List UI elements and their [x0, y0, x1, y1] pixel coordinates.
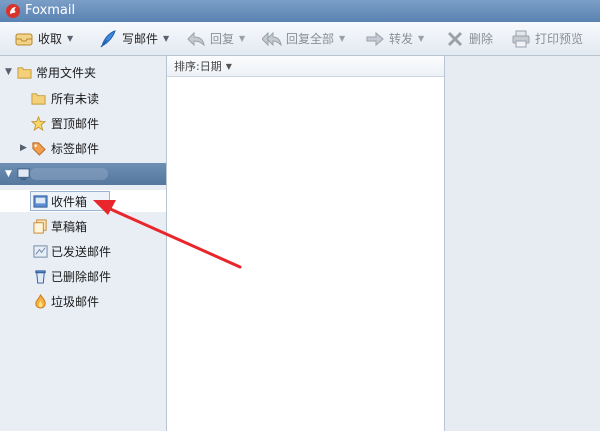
star-icon [31, 115, 46, 131]
account-node[interactable]: ▼ [0, 163, 166, 185]
trash-bin-icon [35, 269, 46, 284]
folder-pinned[interactable]: 置顶邮件 [0, 112, 166, 134]
folder-sent[interactable]: 已发送邮件 [0, 240, 166, 262]
forward-dropdown-icon[interactable]: ▼ [418, 34, 424, 43]
delete-button[interactable]: 删除 [445, 22, 493, 55]
title-bar: Foxmail [0, 0, 600, 22]
compose-dropdown-icon[interactable]: ▼ [163, 34, 169, 43]
reply-all-label: 回复全部 [286, 32, 335, 46]
reply-all-arrow-icon [262, 31, 282, 46]
delete-label: 删除 [469, 32, 494, 46]
inbox-icon [33, 194, 48, 208]
forward-arrow-icon [366, 31, 384, 46]
receive-button[interactable]: 收取 ▼ [14, 22, 73, 55]
spam-flame-icon [35, 293, 46, 309]
sort-dropdown-icon[interactable]: ▼ [226, 62, 232, 71]
reply-all-dropdown-icon[interactable]: ▼ [339, 34, 345, 43]
folder-icon [31, 92, 46, 105]
collapse-triangle-icon[interactable]: ▼ [5, 169, 15, 179]
account-icon [17, 167, 30, 180]
compose-label: 写邮件 [122, 32, 159, 46]
folder-deleted[interactable]: 已删除邮件 [0, 265, 166, 287]
receive-dropdown-icon[interactable]: ▼ [67, 34, 73, 43]
foxmail-logo-icon [6, 4, 20, 18]
folder-sidebar: ▼ 常用文件夹 所有未读 置顶邮件 ▶ 标签邮件 ▼ 收件箱 草稿箱 已发送邮件… [0, 56, 167, 431]
forward-label: 转发 [389, 32, 414, 46]
folder-label: 所有未读 [51, 91, 100, 106]
account-name-redacted [30, 168, 108, 180]
folder-spam[interactable]: 垃圾邮件 [0, 290, 166, 312]
drafts-icon [33, 218, 47, 234]
folder-label: 置顶邮件 [51, 116, 100, 131]
reply-all-button[interactable]: 回复全部 ▼ [262, 22, 345, 55]
reply-arrow-icon [187, 31, 205, 46]
sent-icon [33, 244, 48, 258]
folder-label: 垃圾邮件 [51, 294, 100, 309]
expand-triangle-icon[interactable]: ▶ [20, 143, 30, 153]
collapse-triangle-icon[interactable]: ▼ [5, 67, 15, 77]
delete-x-icon [447, 31, 463, 46]
print-preview-label: 打印预览 [535, 32, 584, 46]
folder-label: 标签邮件 [51, 141, 100, 156]
compose-button[interactable]: 写邮件 ▼ [98, 22, 169, 55]
common-folders-label: 常用文件夹 [36, 65, 97, 80]
mail-list-pane: 排序:日期 ▼ [167, 56, 445, 431]
folder-label: 草稿箱 [51, 219, 88, 234]
folder-label: 收件箱 [51, 194, 88, 209]
reply-label: 回复 [210, 32, 235, 46]
feather-pen-icon [100, 29, 116, 47]
sort-bar[interactable]: 排序:日期 ▼ [167, 56, 444, 77]
window-title: Foxmail [25, 3, 76, 18]
folder-tagged[interactable]: ▶ 标签邮件 [0, 137, 166, 159]
folder-drafts[interactable]: 草稿箱 [0, 215, 166, 237]
folder-label: 已发送邮件 [51, 244, 112, 259]
preview-pane [445, 56, 600, 431]
folder-label: 已删除邮件 [51, 269, 112, 284]
tag-icon [32, 141, 46, 156]
receive-label: 收取 [38, 32, 63, 46]
folder-inbox[interactable]: 收件箱 [0, 190, 166, 212]
print-preview-button[interactable]: 打印预览 [511, 22, 583, 55]
reply-button[interactable]: 回复 ▼ [186, 22, 245, 55]
folder-icon [17, 66, 32, 79]
reply-dropdown-icon[interactable]: ▼ [239, 34, 245, 43]
forward-button[interactable]: 转发 ▼ [365, 22, 424, 55]
inbox-tray-icon [15, 33, 33, 45]
common-folders-node[interactable]: ▼ 常用文件夹 [0, 61, 166, 83]
printer-icon [512, 30, 530, 47]
sort-label: 排序:日期 [174, 60, 222, 73]
folder-all-unread[interactable]: 所有未读 [0, 87, 166, 109]
toolbar: 收取 ▼ 写邮件 ▼ 回复 ▼ 回复全部 ▼ 转发 ▼ 删除 打印预览 [0, 22, 600, 56]
